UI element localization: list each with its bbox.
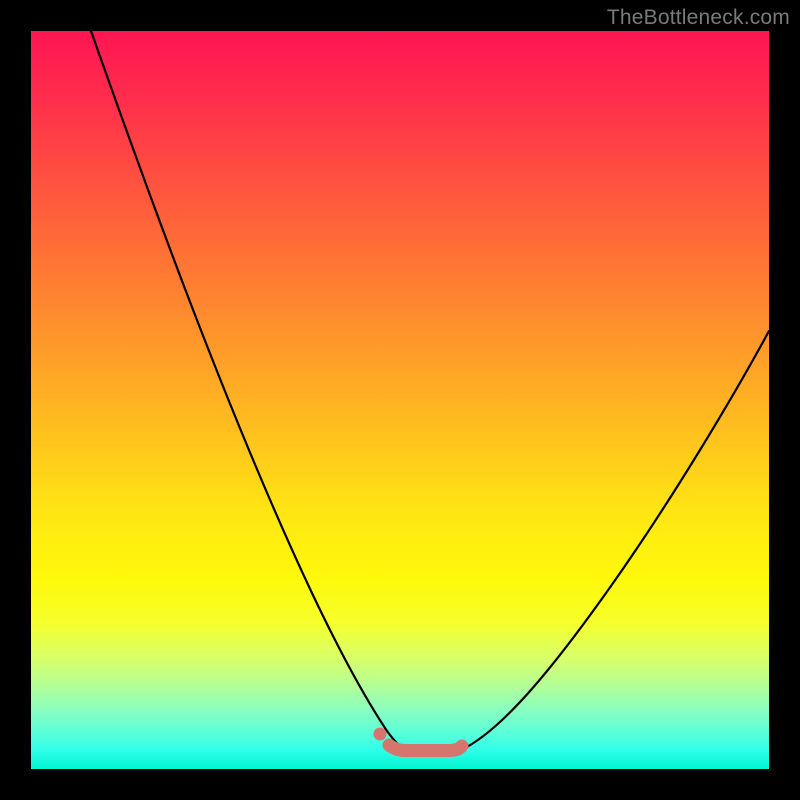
bottom-band	[389, 745, 462, 751]
watermark-text: TheBottleneck.com	[607, 6, 790, 30]
left-dot	[374, 728, 387, 741]
chart-svg	[31, 31, 769, 769]
left-curve	[91, 31, 405, 749]
right-curve	[461, 331, 769, 750]
outer-frame: TheBottleneck.com	[0, 0, 800, 800]
plot-area	[31, 31, 769, 769]
